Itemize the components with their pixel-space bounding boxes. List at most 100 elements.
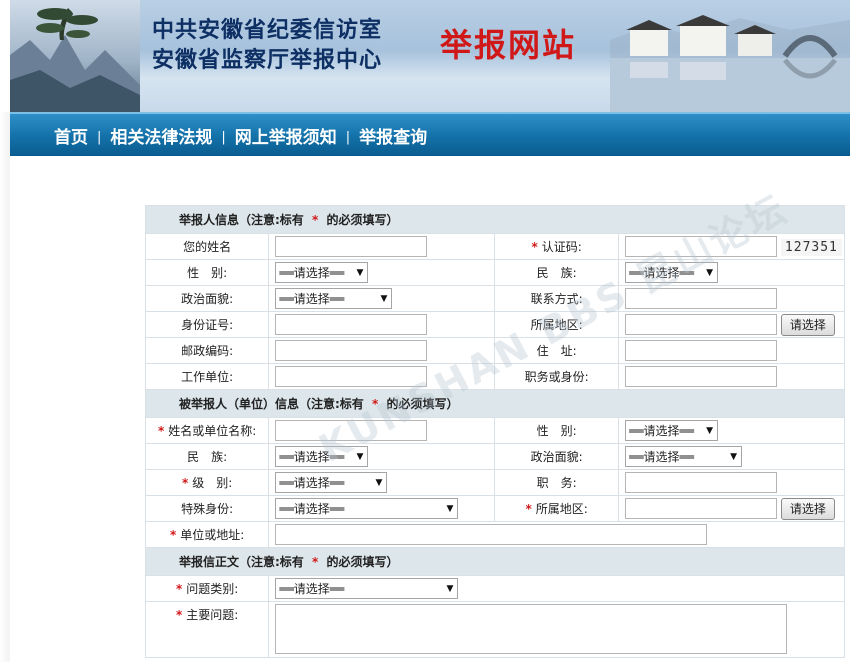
select-value: ══请选择══ xyxy=(629,266,694,280)
accused-section-header: 被举报人（单位）信息（注意:标有 * 的必须填写） xyxy=(145,389,845,418)
reporter-region-choose-button[interactable]: 请选择 xyxy=(780,313,835,336)
reporter-gender-select[interactable]: ══请选择══ ▼ xyxy=(275,262,369,283)
reporter-ethnicity-select[interactable]: ══请选择══ ▼ xyxy=(625,262,719,283)
banner-title-line2: 安徽省监察厅举报中心 xyxy=(152,47,383,73)
reporter-address-input[interactable] xyxy=(625,340,778,361)
select-value: ══请选择══ xyxy=(629,450,694,464)
chevron-down-icon: ▼ xyxy=(706,425,714,436)
required-mark: * xyxy=(170,528,177,542)
chevron-down-icon: ▼ xyxy=(356,267,364,278)
nav-report-query[interactable]: 举报查询 xyxy=(359,123,427,148)
accused-region-choose-button[interactable]: 请选择 xyxy=(780,497,835,520)
select-value: ══请选择══ xyxy=(279,266,345,280)
accused-ethnicity-label: 民 族: xyxy=(187,450,228,464)
required-mark: * xyxy=(312,555,319,569)
select-value: ══请选择══ xyxy=(279,476,345,490)
reporter-region-label: 所属地区: xyxy=(530,318,583,332)
required-mark: * xyxy=(158,424,165,438)
reporter-employer-label: 工作单位: xyxy=(181,370,234,384)
section-suffix: 的必须填写） xyxy=(386,397,459,411)
accused-level-select[interactable]: ══请选择══ ▼ xyxy=(275,472,388,493)
nav-separator: | xyxy=(221,130,226,145)
required-mark: * xyxy=(312,213,319,227)
reporter-name-label: 您的姓名 xyxy=(183,240,232,254)
accused-level-label: 级 别: xyxy=(192,476,233,490)
reporter-employer-input[interactable] xyxy=(275,366,428,387)
letter-main-issue-label: 主要问题: xyxy=(186,608,239,622)
letter-category-select[interactable]: ══请选择══ ▼ xyxy=(275,578,459,599)
select-value: ══请选择══ xyxy=(629,424,694,438)
reporter-id-input[interactable] xyxy=(275,314,428,335)
select-value: ══请选择══ xyxy=(279,502,345,516)
reporter-section-header: 举报人信息（注意:标有 * 的必须填写） xyxy=(145,205,845,234)
nav-laws[interactable]: 相关法律法规 xyxy=(110,123,212,148)
reporter-gender-label: 性 别: xyxy=(187,266,228,280)
accused-region-input[interactable] xyxy=(625,498,778,519)
accused-special-label: 特殊身份: xyxy=(181,502,234,516)
nav-separator: | xyxy=(97,130,102,145)
nav-home[interactable]: 首页 xyxy=(54,123,88,148)
required-mark: * xyxy=(531,240,538,254)
captcha-label: 认证码: xyxy=(541,240,582,254)
accused-special-select[interactable]: ══请选择══ ▼ xyxy=(275,498,459,519)
chevron-down-icon: ▼ xyxy=(730,451,738,462)
nav-report-guide[interactable]: 网上举报须知 xyxy=(235,123,337,148)
reporter-id-label: 身份证号: xyxy=(181,318,234,332)
mountain-pine-image xyxy=(10,0,140,112)
accused-gender-label: 性 别: xyxy=(536,424,577,438)
report-form: 举报人信息（注意:标有 * 的必须填写） 您的姓名 * 认证码: 127351 性… xyxy=(144,205,845,658)
reporter-postcode-label: 邮政编码: xyxy=(181,344,234,358)
reporter-postcode-input[interactable] xyxy=(275,340,428,361)
nav-separator: | xyxy=(345,130,351,145)
chevron-down-icon: ▼ xyxy=(446,583,454,594)
reporter-political-select[interactable]: ══请选择══ ▼ xyxy=(275,288,393,309)
letter-section-header: 举报信正文（注意:标有 * 的必须填写） xyxy=(145,547,845,576)
chevron-down-icon: ▼ xyxy=(446,503,454,514)
reporter-political-label: 政治面貌: xyxy=(181,292,234,306)
accused-address-input[interactable] xyxy=(275,524,708,545)
main-nav: 首页 | 相关法律法规 | 网上举报须知 | 举报查询 xyxy=(10,112,850,156)
chevron-down-icon: ▼ xyxy=(356,451,364,462)
accused-political-label: 政治面貌: xyxy=(530,450,583,464)
accused-ethnicity-select[interactable]: ══请选择══ ▼ xyxy=(275,446,369,467)
required-mark: * xyxy=(372,397,379,411)
select-value: ══请选择══ xyxy=(279,450,345,464)
chevron-down-icon: ▼ xyxy=(380,293,388,304)
select-value: ══请选择══ xyxy=(279,292,345,306)
section-suffix: 的必须填写） xyxy=(326,213,399,227)
accused-region-label: 所属地区: xyxy=(535,502,588,516)
accused-duty-input[interactable] xyxy=(625,472,778,493)
accused-name-input[interactable] xyxy=(275,420,428,441)
accused-political-select[interactable]: ══请选择══ ▼ xyxy=(625,446,743,467)
required-mark: * xyxy=(525,502,532,516)
section-title: 举报信正文（注意:标有 xyxy=(179,555,304,569)
accused-gender-select[interactable]: ══请选择══ ▼ xyxy=(625,420,719,441)
main-issue-textarea[interactable] xyxy=(275,604,788,654)
letter-category-label: 问题类别: xyxy=(186,582,239,596)
section-suffix: 的必须填写） xyxy=(326,555,399,569)
page-side-shadow xyxy=(0,112,10,662)
reporter-contact-input[interactable] xyxy=(625,288,778,309)
reporter-region-input[interactable] xyxy=(625,314,778,335)
reporter-address-label: 住 址: xyxy=(536,344,577,358)
site-name: 举报网站 xyxy=(440,26,577,64)
accused-address-label: 单位或地址: xyxy=(180,528,245,542)
chevron-down-icon: ▼ xyxy=(706,267,714,278)
accused-name-label: 姓名或单位名称: xyxy=(168,424,257,438)
required-mark: * xyxy=(176,582,183,596)
banner-title-line1: 中共安徽省纪委信访室 xyxy=(152,17,383,43)
reporter-position-input[interactable] xyxy=(625,366,778,387)
captcha-image[interactable]: 127351 xyxy=(780,238,842,256)
required-mark: * xyxy=(182,476,189,490)
reporter-contact-label: 联系方式: xyxy=(530,292,583,306)
captcha-input[interactable] xyxy=(625,236,778,257)
section-title: 被举报人（单位）信息（注意:标有 xyxy=(179,397,364,411)
chevron-down-icon: ▼ xyxy=(375,477,383,488)
village-scenery-image xyxy=(610,0,850,112)
section-title: 举报人信息（注意:标有 xyxy=(179,213,304,227)
reporter-position-label: 职务或身份: xyxy=(524,370,589,384)
required-mark: * xyxy=(176,608,183,622)
select-value: ══请选择══ xyxy=(279,582,345,596)
accused-duty-label: 职 务: xyxy=(536,476,577,490)
reporter-name-input[interactable] xyxy=(275,236,428,257)
